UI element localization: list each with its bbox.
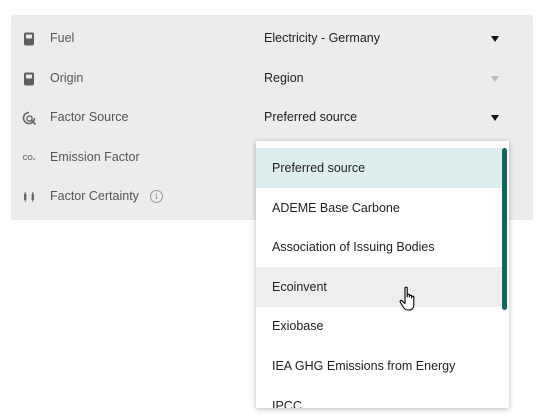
hand-cursor-icon [399,286,415,311]
dropdown-option-association-of-issuing-bodies[interactable]: Association of Issuing Bodies [256,227,502,267]
dropdown-option-iea-ghg[interactable]: IEA GHG Emissions from Energy [256,346,502,386]
option-label: IPCC [272,399,302,408]
factor-source-dropdown[interactable]: Preferred source ADEME Base Carbone Asso… [256,141,509,408]
dropdown-option-ipcc[interactable]: IPCC [256,386,502,408]
factor-source-row: Factor Source Preferred source [11,106,533,130]
emission-factor-label: Emission Factor [50,150,140,164]
fuel-icon [21,31,37,47]
dropdown-option-ecoinvent[interactable]: Ecoinvent [256,267,502,307]
co2-icon-text: CO₂ [22,154,36,162]
dropdown-option-ademe-base-carbone[interactable]: ADEME Base Carbone [256,188,502,228]
origin-chevron-down-icon [491,76,499,82]
fuel-label: Fuel [50,31,75,45]
dropdown-option-exiobase[interactable]: Exiobase [256,306,502,346]
option-label: ADEME Base Carbone [272,201,400,215]
option-label: Exiobase [272,319,324,333]
option-label: IEA GHG Emissions from Energy [272,359,456,373]
option-label: Preferred source [272,161,366,175]
dropdown-option-preferred-source[interactable]: Preferred source [256,148,502,188]
origin-select[interactable]: Region [264,71,304,85]
fuel-chevron-down-icon[interactable] [491,36,499,42]
co2-icon: CO₂ [21,150,37,166]
origin-label: Origin [50,71,84,85]
factor-certainty-label: Factor Certainty [50,189,139,203]
origin-row: Origin Region [11,67,533,91]
factor-source-label: Factor Source [50,110,129,124]
option-label: Ecoinvent [272,280,327,294]
factor-source-chevron-down-icon[interactable] [491,115,499,121]
certainty-icon [21,189,37,205]
dropdown-scrollbar[interactable] [502,148,507,310]
info-icon[interactable]: i [150,190,163,203]
fuel-select[interactable]: Electricity - Germany [264,31,380,45]
origin-icon [21,71,37,87]
factor-source-icon [21,110,37,126]
factor-source-select[interactable]: Preferred source [264,110,357,124]
option-label: Association of Issuing Bodies [272,240,435,254]
fuel-row: Fuel Electricity - Germany [11,27,533,51]
